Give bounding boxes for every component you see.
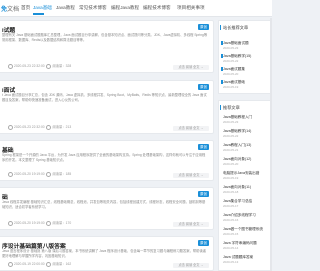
article-description: 整理有关 Java 基础面试题题库汇总整理，Java 面试题目分享讲解，包含基本… [2, 33, 208, 42]
nav-item-java-tutorial[interactable]: Java教程 [56, 5, 75, 11]
article-list: i试题 原创 整理有关 Java 基础面试题题库汇总整理，Java 面试题目分享… [0, 20, 216, 271]
rec-item-date: 2020-05-22 [223, 134, 239, 138]
clock-icon [8, 262, 13, 267]
top-navbar: 免文档 首页 Java基础 Java教程 常见技术博客 编程Java教程 编程技… [0, 0, 272, 17]
rec-item-date: 2020-05-17 [223, 204, 239, 208]
article-card[interactable]: 序设计基础篇第八版答案 原创 Java 语言程序设计 基础篇 第八版 课后习题答… [0, 236, 214, 271]
article-views: 阅读量：185 [52, 172, 72, 177]
rec-item-date: 2020-05-20 [223, 162, 239, 166]
eye-icon [46, 221, 52, 226]
article-badge: 原创 [198, 191, 209, 197]
hot-item-date: 2020-05-20 [223, 72, 239, 76]
widget-title: 推荐文章 [220, 105, 240, 110]
rec-item-date: 2020-05-23 [223, 120, 239, 124]
article-card[interactable]: i试题 原创 整理有关 Java 基础面试题题库汇总整理，Java 面试题目分享… [0, 20, 214, 73]
nav-item-tech-blog[interactable]: 常见技术博客 [79, 5, 107, 11]
article-badge: 原创 [198, 144, 209, 150]
article-meta: 2020-05-23 22:32:00 阅读量：328 [8, 63, 71, 69]
rec-item-date: 2020-05-21 [223, 148, 239, 152]
hot-item-date: 2020-05-22 [223, 59, 239, 63]
article-badge: 原创 [198, 24, 209, 30]
rec-item-date: 2020-05-16 [223, 218, 239, 222]
rec-item-date: 2020-05-19 [223, 176, 239, 180]
read-more-button[interactable]: 点击 阅读 全文 → [173, 262, 209, 268]
read-more-button[interactable]: 点击 阅读 全文 → [173, 221, 209, 227]
article-views: 阅读量：213 [52, 125, 72, 130]
hot-item-date: 2020-05-19 [223, 85, 239, 89]
article-date: 2020-05-23 22:32:00 [14, 64, 45, 69]
article-views: 阅读量：328 [52, 64, 72, 69]
article-date: 2020-05-20 19:19:00 [14, 172, 45, 177]
nav-item-programming-java[interactable]: 编程Java教程 [111, 5, 139, 11]
nav-item-programming-blog[interactable]: 编程技术博客 [143, 5, 171, 11]
clock-icon [8, 64, 13, 69]
rec-item-date: 2020-05-18 [223, 190, 239, 194]
rec-item-date: 2020-05-13 [223, 260, 239, 264]
read-more-button[interactable]: 点击 阅读 全文 → [173, 172, 209, 178]
nav-active-indicator [33, 13, 44, 15]
article-meta: 2020-05-20 19:19:00 阅读量：170 [8, 220, 71, 226]
hot-articles-widget: 站长推荐文章 Java基础面试题 2020-05-23 Java基础教学(15)… [218, 20, 272, 94]
nav-item-home[interactable]: 首页 [21, 5, 30, 11]
clock-icon [8, 221, 13, 226]
article-badge: 原创 [198, 84, 209, 90]
logo-sub: 文档 [7, 7, 20, 13]
nav-item-project[interactable]: 项目相关事项 [177, 5, 205, 11]
article-badge: 原创 [198, 240, 209, 246]
rec-item-date: 2020-05-14 [223, 246, 239, 250]
hot-item-date: 2020-05-23 [223, 46, 239, 50]
site-logo[interactable]: 免文档 [1, 4, 19, 13]
rec-item-date: 2020-05-15 [223, 232, 239, 236]
article-views: 阅读量：162 [52, 262, 72, 267]
widget-title: 站长推荐文章 [219, 25, 249, 30]
article-date: 2020-05-19 22:00:00 [14, 262, 45, 267]
read-more-button[interactable]: 点击 阅读 全文 → [173, 64, 209, 70]
eye-icon [46, 262, 52, 267]
article-meta: 2020-05-20 19:19:00 阅读量：185 [8, 171, 71, 177]
article-card[interactable]: 础 原创 Java 线程并发编程 基础知识汇总，线程基础概念，线程池，并发包等相… [0, 187, 214, 230]
read-more-button[interactable]: 点击 阅读 全文 → [173, 125, 209, 131]
article-date: 2020-05-20 19:19:00 [14, 221, 45, 226]
article-description: Spring 框架是一个开源的 Java 平台，为开发 Java 应用程序提供了… [2, 153, 206, 162]
eye-icon [46, 64, 52, 69]
article-meta: 2020-05-19 22:00:00 阅读量：162 [8, 261, 71, 267]
article-meta: 2020-05-23 22:32:00 阅读量：213 [8, 124, 71, 130]
clock-icon [8, 172, 13, 177]
article-card[interactable]: 基础 原创 Spring 框架是一个开源的 Java 平台，为开发 Java 应… [0, 140, 214, 181]
article-date: 2020-05-23 22:32:00 [14, 125, 45, 130]
eye-icon [46, 125, 52, 130]
nav-item-java-basics[interactable]: Java基础 [33, 5, 52, 11]
clock-icon [8, 125, 13, 130]
recommended-articles-widget: 推荐文章 Java基础教程入门 2020-05-23 Java基础教学(14) … [218, 100, 272, 271]
article-card[interactable]: i面试 原创 t Java 面试题目分享汇总，包含 JDK 源码、Java 虚拟… [0, 80, 214, 134]
scrollbar[interactable] [270, 18, 272, 271]
eye-icon [46, 172, 52, 177]
article-views: 阅读量：170 [52, 221, 72, 226]
article-description: t Java 面试题目分享汇总，包含 JDK 源码、Java 虚拟机、多线程并发… [2, 93, 207, 102]
article-description: Java 线程并发编程 基础知识汇总，线程基础概念，线程池，并发包等相关内容，包… [2, 200, 206, 209]
